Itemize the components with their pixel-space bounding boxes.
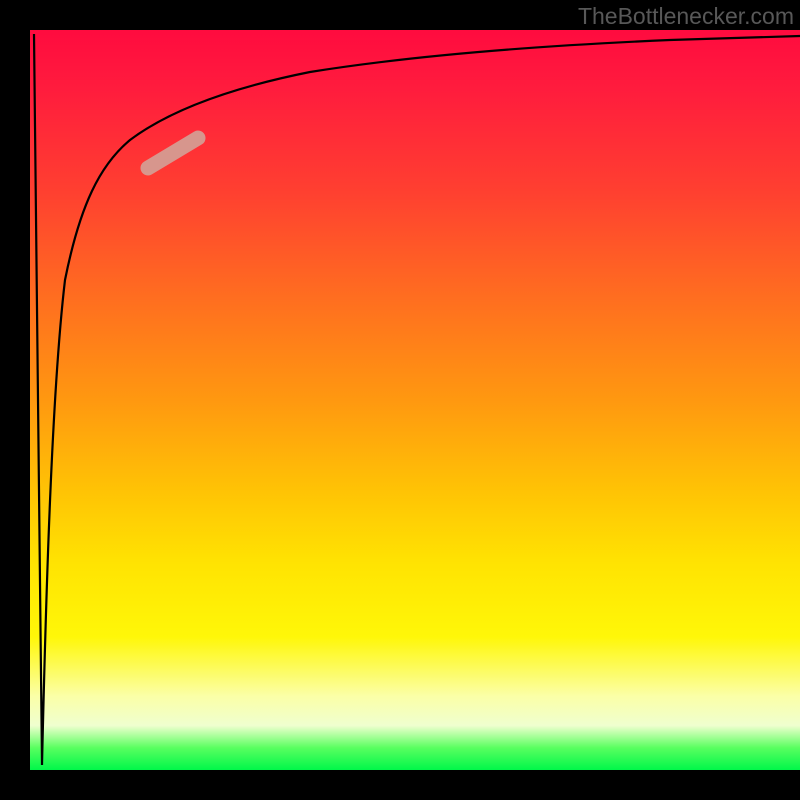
highlight-marker	[148, 138, 198, 168]
bottleneck-curve	[34, 34, 800, 765]
curve-layer	[30, 30, 800, 770]
attribution-text: TheBottlenecker.com	[578, 3, 794, 30]
chart-container: TheBottlenecker.com	[0, 0, 800, 800]
